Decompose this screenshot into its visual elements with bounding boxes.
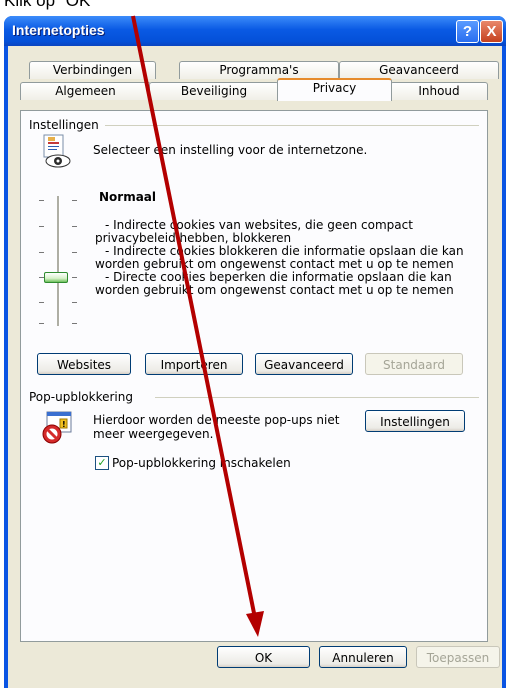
- privacy-panel: Instellingen Selecteer een instelling vo…: [20, 110, 488, 642]
- dialog-body: Verbindingen Programma's Geavanceerd Alg…: [8, 46, 502, 688]
- window-title: Internetopties: [12, 22, 105, 38]
- group-divider: [105, 125, 479, 126]
- websites-button[interactable]: Websites: [37, 353, 131, 375]
- title-bar[interactable]: Internetopties ? X: [4, 16, 506, 46]
- help-button[interactable]: ?: [456, 20, 479, 43]
- tab-geavanceerd[interactable]: Geavanceerd: [339, 61, 499, 79]
- default-button[interactable]: Standaard: [365, 353, 463, 375]
- slider-tick: [72, 226, 77, 227]
- slider-track: [57, 196, 60, 326]
- description-line: worden gebruikt om ongewenst contact met…: [95, 283, 454, 297]
- ok-button[interactable]: OK: [217, 646, 310, 668]
- slider-tick: [39, 200, 44, 201]
- tab-beveiliging[interactable]: Beveiliging: [149, 82, 279, 100]
- tab-privacy[interactable]: Privacy: [277, 78, 392, 101]
- popup-enable-label: Pop-upblokkering inschakelen: [112, 456, 291, 470]
- group-divider: [155, 397, 479, 398]
- popup-description-line1: Hierdoor worden de meeste pop-ups niet: [93, 413, 340, 427]
- dialog-window: Internetopties ? X Verbindingen Programm…: [4, 16, 506, 688]
- import-button[interactable]: Importeren: [145, 353, 243, 375]
- slider-tick: [72, 277, 77, 278]
- slider-tick: [39, 252, 44, 253]
- advanced-button[interactable]: Geavanceerd: [255, 353, 353, 375]
- popup-settings-button[interactable]: Instellingen: [365, 410, 465, 432]
- cancel-button[interactable]: Annuleren: [319, 646, 407, 668]
- slider-tick: [39, 323, 44, 324]
- slider-tick: [72, 252, 77, 253]
- slider-tick: [72, 323, 77, 324]
- settings-group-label: Instellingen: [29, 118, 103, 132]
- zone-instruction: Selecteer een instelling voor de interne…: [93, 143, 368, 157]
- popup-group-label: Pop-upblokkering: [29, 390, 137, 404]
- privacy-level-title: Normaal: [99, 190, 157, 204]
- slider-tick: [72, 200, 77, 201]
- popup-description-line2: meer weergegeven.: [93, 427, 214, 441]
- svg-text:!: !: [62, 420, 66, 429]
- tab-inhoud[interactable]: Inhoud: [390, 82, 488, 100]
- popup-blocker-icon: !: [42, 411, 72, 444]
- tab-verbindingen[interactable]: Verbindingen: [29, 61, 156, 79]
- privacy-icon: [43, 134, 71, 168]
- slider-tick: [72, 302, 77, 303]
- popup-enable-checkbox[interactable]: ✓: [95, 456, 109, 470]
- slider-tick: [39, 226, 44, 227]
- instruction-caption: Klik op "OK": [4, 0, 97, 10]
- slider-tick: [39, 302, 44, 303]
- tab-algemeen[interactable]: Algemeen: [20, 82, 151, 100]
- close-button[interactable]: X: [480, 20, 503, 43]
- slider-thumb[interactable]: [44, 272, 68, 283]
- apply-button[interactable]: Toepassen: [416, 646, 500, 668]
- privacy-slider[interactable]: [33, 196, 83, 330]
- tab-programmas[interactable]: Programma's: [179, 61, 339, 79]
